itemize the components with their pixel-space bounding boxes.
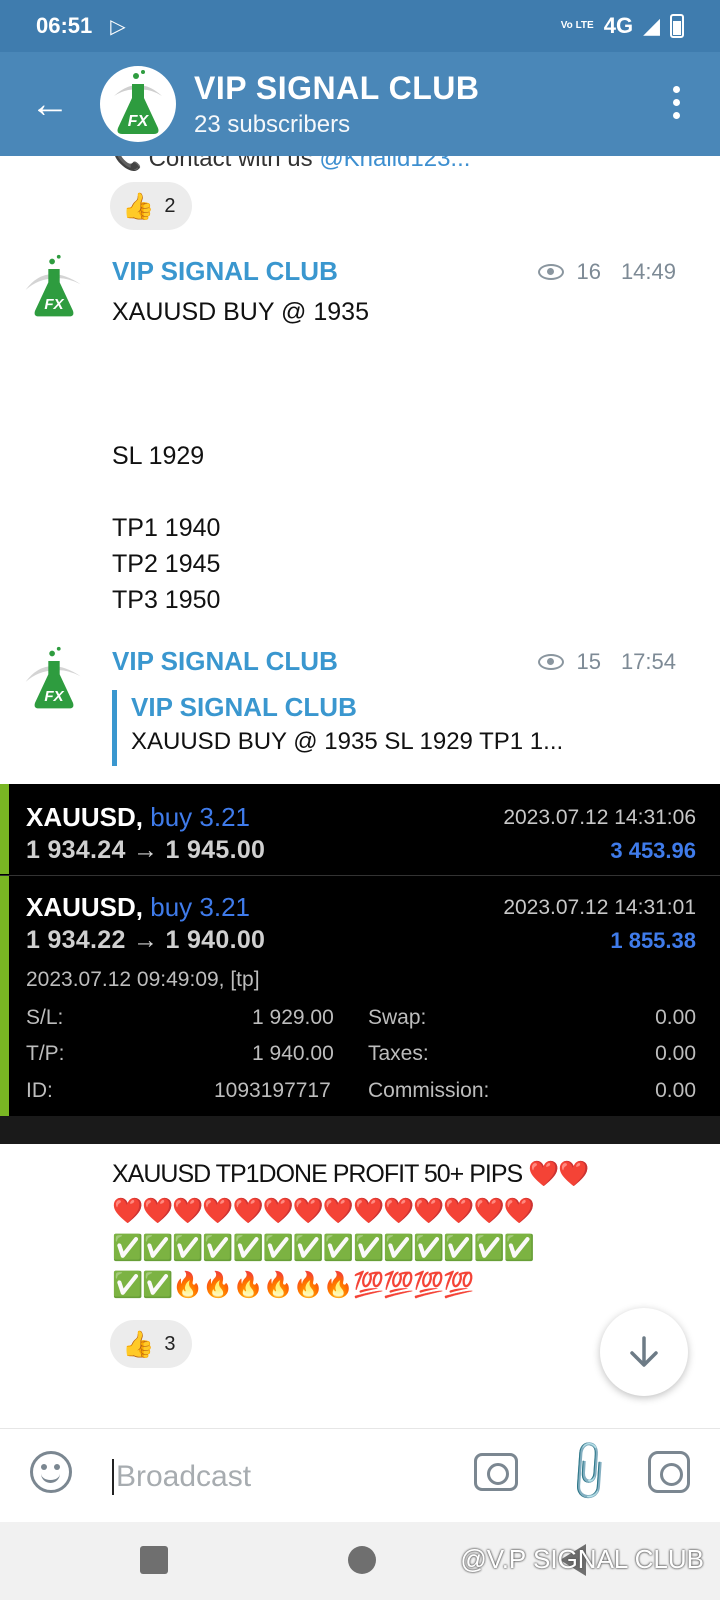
view-count: 15	[576, 648, 601, 674]
trade-profit: 1 855.38	[610, 928, 696, 953]
recents-button[interactable]	[140, 1546, 168, 1574]
message-header: VIP SIGNAL CLUB 15 17:54	[112, 646, 676, 677]
message-list[interactable]: 📞 Contact with us @Khalid123... 👍 2 FX V…	[0, 156, 720, 1428]
trade-symbol: XAUUSD, buy 3.21	[26, 892, 250, 922]
reaction-count: 3	[164, 1332, 176, 1355]
more-vertical-icon[interactable]	[673, 86, 680, 119]
camera-icon[interactable]	[474, 1453, 518, 1491]
message-time: 14:49	[620, 258, 676, 284]
message-line: ✅✅✅✅✅✅✅✅✅✅✅✅✅✅	[112, 1234, 535, 1262]
watermark: @V.P SIGNAL CLUB	[460, 1544, 704, 1574]
image-bottom-strip	[0, 1116, 720, 1144]
trade-date: 2023.07.12 14:31:01	[503, 896, 696, 919]
message-avatar[interactable]: FX	[18, 644, 90, 716]
message-author[interactable]: VIP SIGNAL CLUB	[112, 256, 338, 287]
subscriber-count: 23 subscribers	[194, 110, 351, 138]
eye-icon	[538, 263, 565, 280]
thumbs-up-icon: 👍	[122, 190, 155, 221]
play-store-icon: ▷	[110, 15, 126, 38]
message-text: XAUUSD BUY @ 1935 SL 1929 TP1 1940 TP2 1…	[112, 298, 369, 614]
flask-logo-icon: FX	[101, 67, 175, 141]
back-button[interactable]: ←	[0, 52, 100, 156]
trade-detail-row: T/P: 1 940.00 Taxes: 0.00	[26, 1042, 696, 1065]
svg-text:FX: FX	[44, 296, 64, 313]
trade-detail-row: ID: 1093197717 Commission: 0.00	[26, 1079, 696, 1102]
volte-icon: Vo LTE	[560, 20, 594, 31]
scroll-down-button[interactable]	[600, 1308, 688, 1396]
broadcast-input[interactable]: Broadcast	[112, 1459, 412, 1495]
trade-symbol: XAUUSD, buy 3.21	[26, 802, 250, 832]
chat-header: ← FX VIP SIGNAL CLUB 23 subscribers	[0, 52, 720, 156]
flask-logo-icon: FX	[25, 646, 81, 709]
reply-text: XAUUSD BUY @ 1935 SL 1929 TP1 1...	[131, 728, 564, 755]
channel-title: VIP SIGNAL CLUB	[194, 69, 480, 106]
avatar-text: FX	[128, 113, 150, 130]
message-header: VIP SIGNAL CLUB 16 14:49	[112, 256, 676, 287]
channel-avatar[interactable]: FX	[100, 66, 176, 142]
trade-side: buy 3.21	[150, 802, 250, 832]
instagram-icon[interactable]	[648, 1451, 690, 1493]
message-author[interactable]: VIP SIGNAL CLUB	[112, 646, 338, 677]
status-bar: 06:51 ▷ Vo LTE 4G ◢	[0, 0, 720, 52]
reply-quote[interactable]: VIP SIGNAL CLUB XAUUSD BUY @ 1935 SL 192…	[112, 690, 632, 766]
trade-prices: 1 934.22 → 1 940.00	[26, 926, 266, 954]
header-titles[interactable]: VIP SIGNAL CLUB 23 subscribers	[194, 70, 479, 139]
thumbs-up-icon: 👍	[122, 1328, 155, 1359]
trade-screenshot[interactable]: XAUUSD, buy 3.21 1 934.24 → 1 945.00 202…	[0, 784, 720, 1144]
eye-icon	[538, 653, 565, 670]
signal-icon: ◢	[643, 13, 660, 38]
reaction-chip[interactable]: 👍 2	[110, 182, 192, 230]
reaction-chip[interactable]: 👍 3	[110, 1320, 192, 1368]
message-time: 17:54	[620, 648, 676, 674]
home-button[interactable]	[348, 1546, 376, 1574]
arrow-left-icon: ←	[30, 81, 70, 126]
system-nav-bar: @V.P SIGNAL CLUB	[0, 1522, 720, 1600]
status-time: 06:51	[36, 13, 93, 38]
trade-accent-bar	[0, 876, 9, 1116]
svg-text:FX: FX	[44, 688, 64, 705]
flask-logo-icon: FX	[25, 254, 81, 317]
message-meta: 16 14:49	[538, 259, 676, 285]
trade-accent-bar	[0, 784, 9, 874]
message-line: ❤️❤️❤️❤️❤️❤️❤️❤️❤️❤️❤️❤️❤️❤️	[112, 1197, 535, 1225]
composer-bar: Broadcast 📎	[0, 1428, 720, 1522]
previous-message-text: Contact with us	[148, 156, 320, 172]
network-type: 4G	[603, 13, 634, 38]
view-count: 16	[576, 258, 601, 284]
trade-side: buy 3.21	[150, 892, 250, 922]
chevron-down-icon	[630, 1336, 658, 1367]
trade-profit: 3 453.96	[610, 838, 696, 863]
previous-message-tail: 📞 Contact with us @Khalid123...	[112, 156, 470, 173]
message-line: XAUUSD TP1DONE PROFIT 50+ PIPS ❤️❤️	[112, 1160, 589, 1188]
message-line: ✅✅🔥🔥🔥🔥🔥🔥💯💯💯💯	[112, 1271, 475, 1299]
smile-icon[interactable]	[30, 1451, 72, 1493]
phone-icon: 📞	[112, 156, 142, 172]
message-text: XAUUSD TP1DONE PROFIT 50+ PIPS ❤️❤️ ❤️❤️…	[112, 1156, 652, 1304]
trade-date: 2023.07.12 14:31:06	[503, 806, 696, 829]
reaction-count: 2	[164, 194, 176, 217]
message-meta: 15 17:54	[538, 649, 676, 675]
trade-prices: 1 934.24 → 1 945.00	[26, 836, 266, 864]
battery-icon	[670, 14, 684, 38]
reply-author: VIP SIGNAL CLUB	[131, 692, 357, 722]
trade-card: XAUUSD, buy 3.21 1 934.24 → 1 945.00 202…	[0, 784, 720, 874]
trade-card-expanded: XAUUSD, buy 3.21 1 934.22 → 1 940.00 202…	[0, 876, 720, 1116]
trade-open-time: 2023.07.12 09:49:09, [tp]	[26, 968, 260, 991]
status-right: Vo LTE 4G ◢	[561, 13, 684, 39]
trade-detail-row: S/L: 1 929.00 Swap: 0.00	[26, 1006, 696, 1029]
previous-message-link[interactable]: @Khalid123...	[319, 156, 470, 172]
message-avatar[interactable]: FX	[18, 252, 90, 324]
paperclip-icon[interactable]: 📎	[552, 1436, 624, 1508]
